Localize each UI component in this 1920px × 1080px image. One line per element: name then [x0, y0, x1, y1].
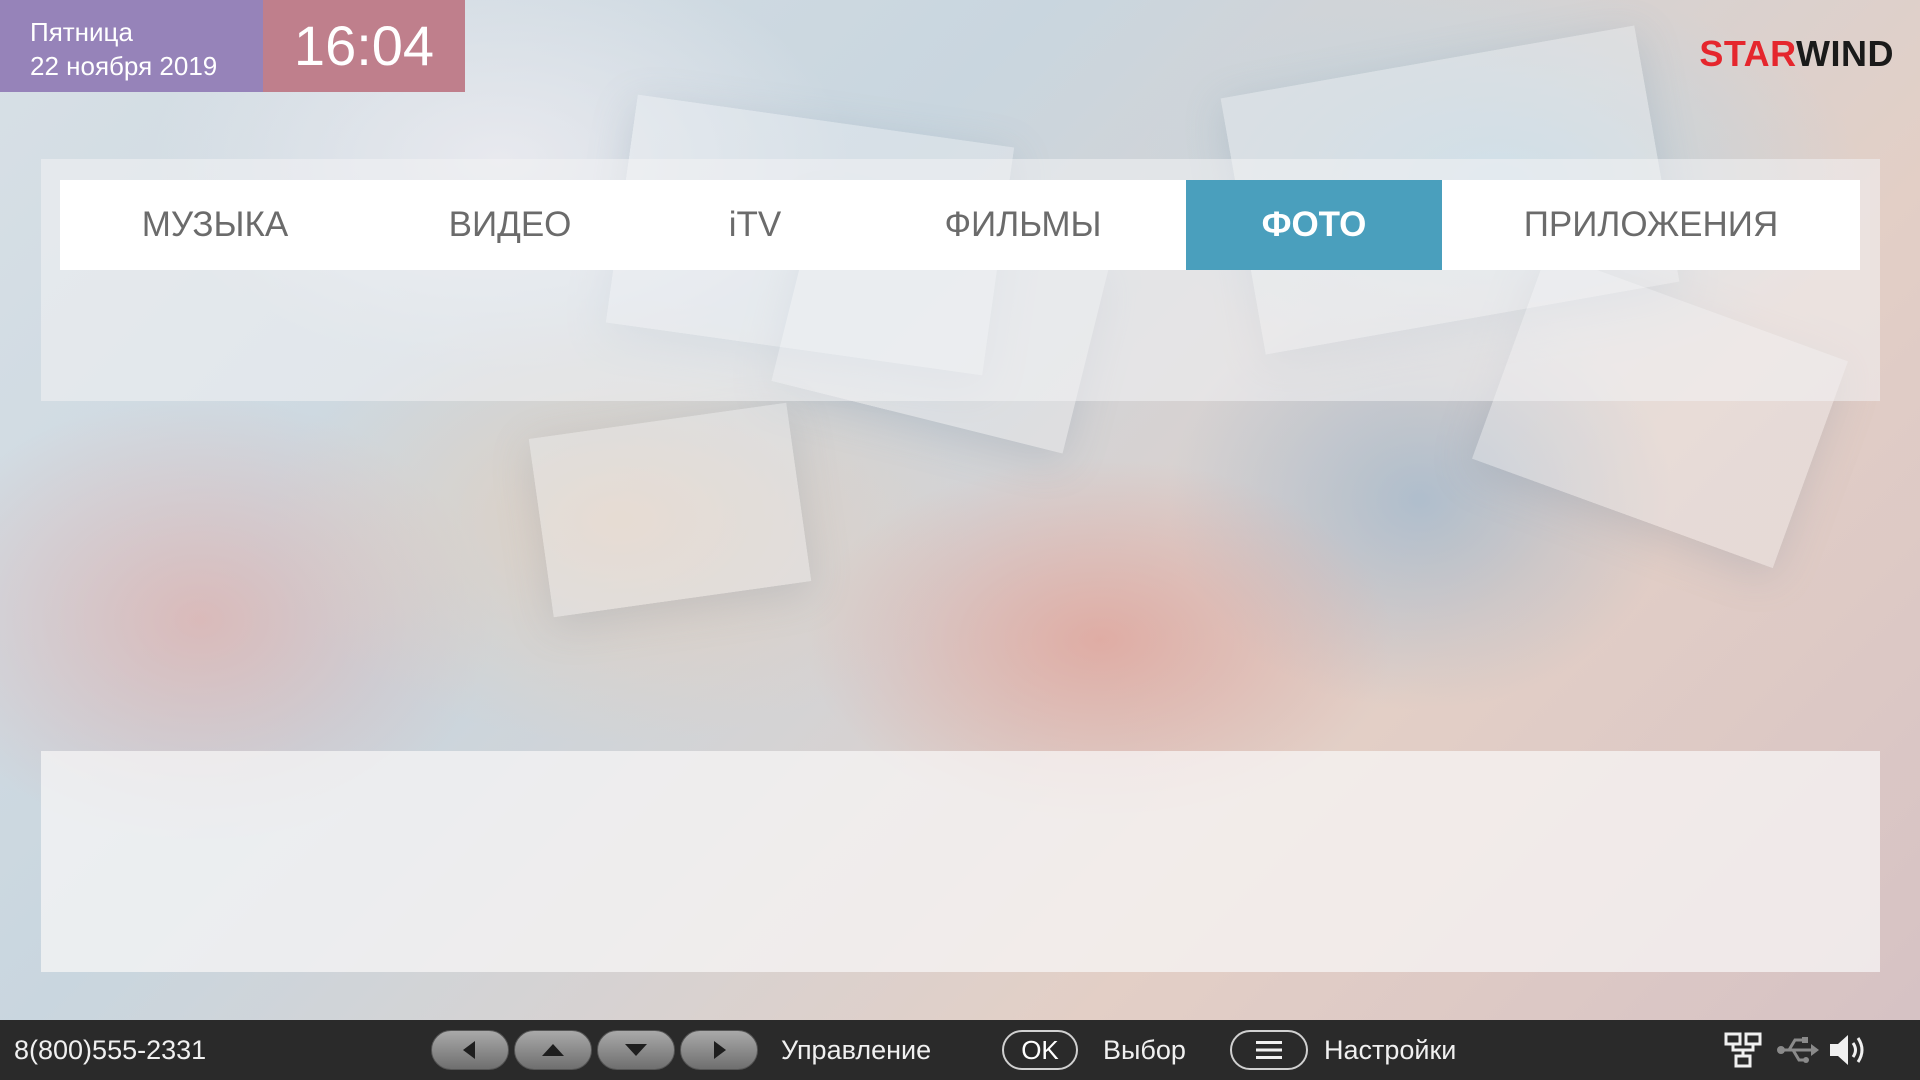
- up-button[interactable]: [514, 1030, 592, 1070]
- left-button[interactable]: [431, 1030, 509, 1070]
- usb-icon: [1777, 1037, 1819, 1063]
- tab-video[interactable]: ВИДЕО: [370, 180, 650, 270]
- tab-movies[interactable]: ФИЛЬМЫ: [860, 180, 1186, 270]
- down-button[interactable]: [597, 1030, 675, 1070]
- menu-button[interactable]: [1230, 1030, 1308, 1070]
- footer-bar: 8(800)555-2331 Управление OK Выбор Настр…: [0, 1020, 1920, 1080]
- right-button[interactable]: [680, 1030, 758, 1070]
- select-label: Выбор: [1103, 1035, 1186, 1065]
- support-phone: 8(800)555-2331: [14, 1035, 207, 1065]
- left-arrow-icon: [463, 1041, 475, 1059]
- background-card: [528, 402, 812, 618]
- ok-button[interactable]: OK: [1002, 1030, 1078, 1070]
- menu-icon: [1256, 1041, 1282, 1059]
- navigation-label: Управление: [781, 1035, 932, 1065]
- starwind-logo: STARWIND: [1699, 33, 1894, 74]
- content-panel: [41, 751, 1880, 972]
- network-icon: [1724, 1032, 1762, 1068]
- clock: 16:04: [263, 0, 465, 92]
- right-arrow-icon: [714, 1041, 726, 1059]
- tab-music[interactable]: МУЗЫКА: [60, 180, 370, 270]
- tab-itv[interactable]: iTV: [650, 180, 860, 270]
- tab-apps[interactable]: ПРИЛОЖЕНИЯ: [1442, 180, 1860, 270]
- date-label: 22 ноября 2019: [30, 51, 218, 81]
- date-panel: Пятница 22 ноября 2019: [0, 0, 263, 92]
- tab-photo[interactable]: ФОТО: [1186, 180, 1442, 270]
- settings-label: Настройки: [1324, 1035, 1457, 1065]
- down-arrow-icon: [625, 1044, 647, 1056]
- volume-icon[interactable]: [1828, 1032, 1870, 1068]
- up-arrow-icon: [542, 1044, 564, 1056]
- main-tabs: МУЗЫКА ВИДЕО iTV ФИЛЬМЫ ФОТО ПРИЛОЖЕНИЯ: [60, 180, 1860, 270]
- weekday-label: Пятница: [30, 17, 133, 47]
